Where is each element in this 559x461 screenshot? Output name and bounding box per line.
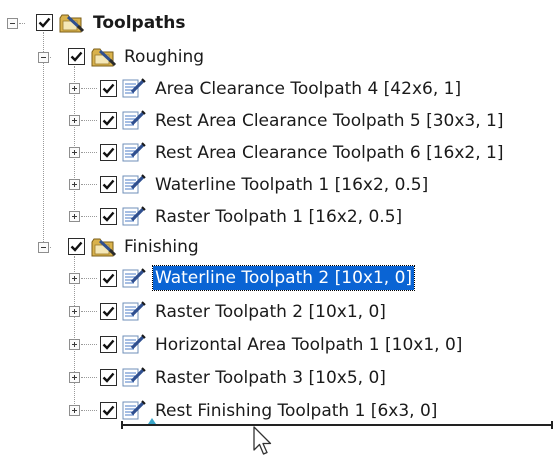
- visibility-checkbox[interactable]: [68, 48, 85, 65]
- checkmark-icon: [102, 179, 115, 190]
- expand-toggle[interactable]: [69, 372, 80, 383]
- visibility-checkbox[interactable]: [68, 238, 85, 255]
- tree-line: [81, 377, 97, 378]
- toolpath-icon: [122, 267, 146, 293]
- drop-marker-icon: [148, 418, 156, 424]
- toolpath-icon: [122, 333, 146, 359]
- visibility-checkbox[interactable]: [100, 176, 117, 193]
- tree-node-toolpath[interactable]: Rest Finishing Toolpath 1 [6x3, 0]: [0, 395, 540, 425]
- tree-line: [81, 410, 97, 411]
- tree-node-toolpath[interactable]: Area Clearance Toolpath 4 [42x6, 1]: [0, 73, 540, 103]
- drop-insertion-line: [121, 421, 553, 429]
- checkmark-icon: [102, 405, 115, 416]
- tree-line: [81, 311, 97, 312]
- toolpath-icon: [122, 300, 146, 326]
- expand-toggle[interactable]: [69, 211, 80, 222]
- visibility-checkbox[interactable]: [100, 270, 117, 287]
- expand-toggle[interactable]: [69, 147, 80, 158]
- node-label: Roughing: [124, 47, 205, 67]
- tree-node-toolpath-selected[interactable]: Waterline Toolpath 2 [10x1, 0]: [0, 263, 540, 293]
- node-label: Toolpaths: [93, 13, 186, 33]
- node-label: Rest Area Clearance Toolpath 5 [30x3, 1]: [155, 111, 504, 131]
- tree-line: [81, 344, 97, 345]
- visibility-checkbox[interactable]: [100, 112, 117, 129]
- checkmark-icon: [102, 147, 115, 158]
- expand-toggle[interactable]: [69, 115, 80, 126]
- toolpath-icon: [122, 141, 146, 167]
- checkmark-icon: [70, 51, 83, 62]
- node-label: Finishing: [124, 237, 199, 257]
- toolpath-folder-icon: [91, 236, 117, 262]
- expand-toggle[interactable]: [69, 273, 80, 284]
- node-label: Waterline Toolpath 2 [10x1, 0]: [151, 265, 416, 291]
- visibility-checkbox[interactable]: [100, 369, 117, 386]
- visibility-checkbox[interactable]: [36, 14, 53, 31]
- tree-node-toolpath[interactable]: Raster Toolpath 1 [16x2, 0.5]: [0, 201, 540, 231]
- tree-line: [81, 120, 97, 121]
- toolpath-icon: [122, 399, 146, 425]
- visibility-checkbox[interactable]: [100, 303, 117, 320]
- checkmark-icon: [102, 211, 115, 222]
- checkmark-icon: [102, 372, 115, 383]
- tree-line: [81, 152, 97, 153]
- visibility-checkbox[interactable]: [100, 80, 117, 97]
- tree-node-roughing[interactable]: Roughing: [0, 42, 240, 72]
- toolpath-explorer-tree: Toolpaths Roughing Area Clearance Toolpa…: [0, 0, 559, 461]
- toolpath-icon: [122, 205, 146, 231]
- expand-toggle[interactable]: [69, 339, 80, 350]
- toolpath-icon: [122, 109, 146, 135]
- tree-line: [19, 23, 25, 24]
- tree-node-toolpath[interactable]: Horizontal Area Toolpath 1 [10x1, 0]: [0, 329, 540, 359]
- collapse-toggle[interactable]: [7, 18, 18, 29]
- node-label: Rest Area Clearance Toolpath 6 [16x2, 1]: [155, 143, 504, 163]
- checkmark-icon: [102, 115, 115, 126]
- toolpath-icon: [122, 366, 146, 392]
- expand-toggle[interactable]: [69, 179, 80, 190]
- tree-node-toolpath[interactable]: Rest Area Clearance Toolpath 5 [30x3, 1]: [0, 105, 540, 135]
- checkmark-icon: [102, 306, 115, 317]
- tree-node-toolpath[interactable]: Raster Toolpath 3 [10x5, 0]: [0, 362, 540, 392]
- checkmark-icon: [102, 273, 115, 284]
- tree-line: [81, 216, 97, 217]
- expand-toggle[interactable]: [69, 306, 80, 317]
- tree-node-toolpath[interactable]: Waterline Toolpath 1 [16x2, 0.5]: [0, 169, 540, 199]
- visibility-checkbox[interactable]: [100, 336, 117, 353]
- node-label: Horizontal Area Toolpath 1 [10x1, 0]: [155, 335, 463, 355]
- toolpath-icon: [122, 77, 146, 103]
- expand-toggle[interactable]: [69, 83, 80, 94]
- collapse-toggle[interactable]: [38, 52, 49, 63]
- node-label: Raster Toolpath 2 [10x1, 0]: [155, 302, 386, 322]
- tree-node-finishing[interactable]: Finishing: [0, 232, 240, 262]
- tree-node-toolpath[interactable]: Rest Area Clearance Toolpath 6 [16x2, 1]: [0, 137, 540, 167]
- node-label: Raster Toolpath 1 [16x2, 0.5]: [155, 207, 403, 227]
- tree-line: [81, 278, 97, 279]
- visibility-checkbox[interactable]: [100, 402, 117, 419]
- visibility-checkbox[interactable]: [100, 144, 117, 161]
- node-label: Raster Toolpath 3 [10x5, 0]: [155, 368, 386, 388]
- tree-line: [81, 88, 97, 89]
- checkmark-icon: [102, 83, 115, 94]
- toolpath-folder-icon: [59, 12, 85, 38]
- node-label: Waterline Toolpath 1 [16x2, 0.5]: [155, 175, 429, 195]
- mouse-pointer-icon: [253, 426, 272, 455]
- tree-node-toolpath[interactable]: Raster Toolpath 2 [10x1, 0]: [0, 296, 540, 326]
- tree-line: [81, 184, 97, 185]
- tree-node-toolpaths[interactable]: Toolpaths: [0, 9, 200, 39]
- expand-toggle[interactable]: [69, 405, 80, 416]
- toolpath-folder-icon: [91, 46, 117, 72]
- visibility-checkbox[interactable]: [100, 208, 117, 225]
- checkmark-icon: [102, 339, 115, 350]
- collapse-toggle[interactable]: [38, 242, 49, 253]
- checkmark-icon: [70, 241, 83, 252]
- node-label: Rest Finishing Toolpath 1 [6x3, 0]: [155, 401, 438, 421]
- node-label: Area Clearance Toolpath 4 [42x6, 1]: [155, 79, 462, 99]
- toolpath-icon: [122, 173, 146, 199]
- checkmark-icon: [38, 17, 51, 28]
